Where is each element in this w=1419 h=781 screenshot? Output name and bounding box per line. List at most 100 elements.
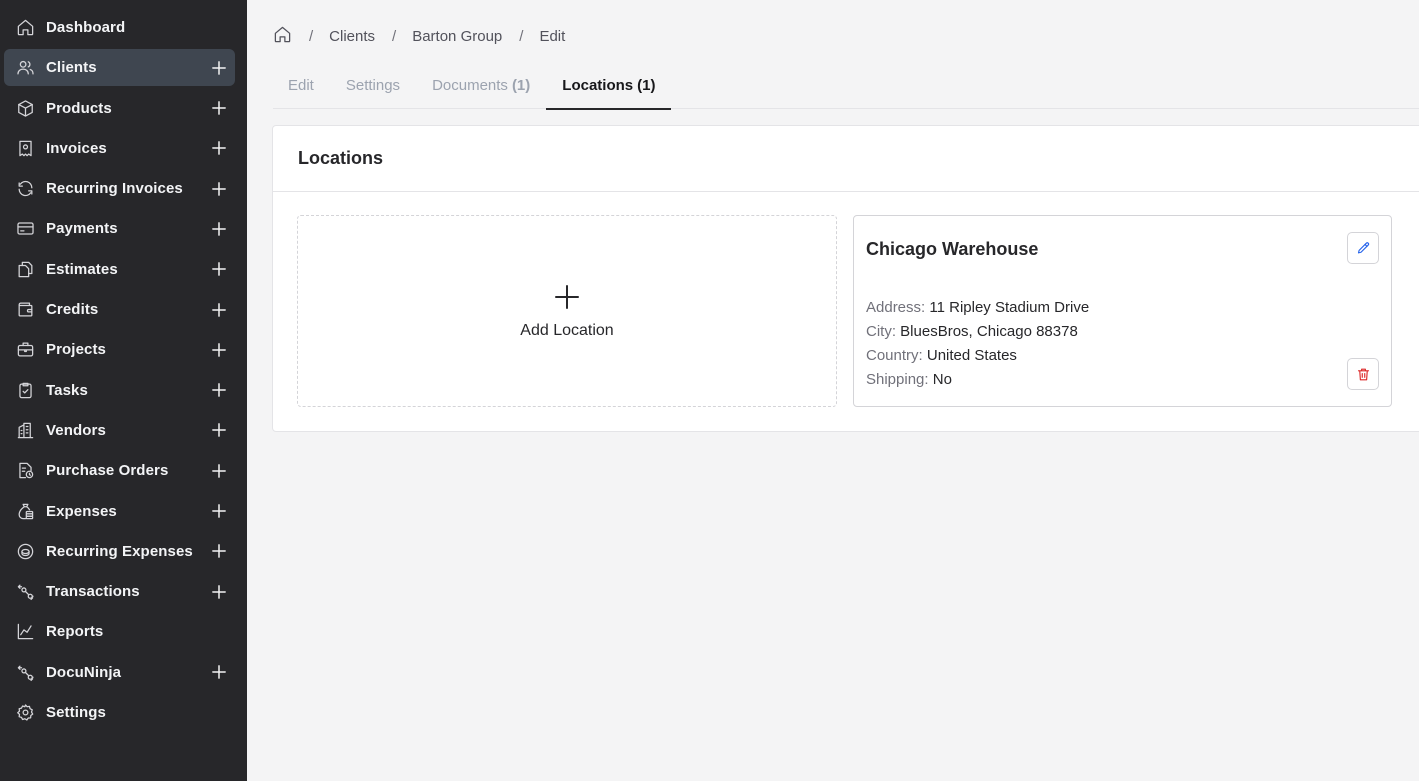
sidebar-item-credits[interactable]: Credits xyxy=(4,291,235,328)
sidebar-item-label: Transactions xyxy=(46,583,140,601)
tab-settings[interactable]: Settings xyxy=(329,64,415,109)
add-task-button[interactable] xyxy=(211,382,227,398)
edit-location-button[interactable] xyxy=(1347,232,1379,264)
sidebar-item-invoices[interactable]: Invoices xyxy=(4,130,235,167)
tab-bar: Edit Settings Documents (1) Locations (1… xyxy=(273,64,1419,110)
sidebar-item-label: Vendors xyxy=(46,421,106,439)
delete-location-button[interactable] xyxy=(1347,358,1379,390)
add-recurring-expense-button[interactable] xyxy=(211,543,227,559)
pencil-icon xyxy=(1356,241,1371,256)
tab-locations[interactable]: Locations (1) xyxy=(546,64,672,110)
tab-label: Locations xyxy=(562,77,634,94)
tab-label: Edit xyxy=(288,77,314,94)
sidebar-item-label: DocuNinja xyxy=(46,663,122,681)
add-estimate-button[interactable] xyxy=(211,261,227,277)
receipt-icon xyxy=(15,138,35,158)
line-chart-icon xyxy=(15,622,35,642)
breadcrumb: / Clients / Barton Group / Edit xyxy=(273,25,565,47)
sidebar-item-label: Invoices xyxy=(46,139,107,157)
sidebar-item-reports[interactable]: Reports xyxy=(4,613,235,650)
home-icon xyxy=(15,18,35,38)
add-expense-button[interactable] xyxy=(211,503,227,519)
sidebar-item-label: Dashboard xyxy=(46,19,126,36)
sidebar-item-label: Expenses xyxy=(46,502,117,520)
file-clock-icon xyxy=(15,461,35,481)
box-icon xyxy=(15,98,35,118)
sidebar-item-label: Reports xyxy=(46,623,104,641)
add-purchase-order-button[interactable] xyxy=(211,463,227,479)
coin-cycle-icon xyxy=(15,541,35,561)
tab-count: (1) xyxy=(637,77,656,94)
gear-icon xyxy=(15,703,35,723)
sidebar-item-recurring-invoices[interactable]: Recurring Invoices xyxy=(4,170,235,207)
sidebar-item-purchase-orders[interactable]: Purchase Orders xyxy=(4,452,235,489)
building-icon xyxy=(15,420,35,440)
field-label: Address: xyxy=(866,299,926,316)
breadcrumb-client-name[interactable]: Barton Group xyxy=(412,28,502,45)
sidebar-item-estimates[interactable]: Estimates xyxy=(4,251,235,288)
files-icon xyxy=(15,259,35,279)
users-icon xyxy=(15,58,35,78)
clipboard-check-icon xyxy=(15,380,35,400)
add-invoice-button[interactable] xyxy=(211,140,227,156)
add-credit-button[interactable] xyxy=(211,302,227,318)
sidebar-item-tasks[interactable]: Tasks xyxy=(4,372,235,409)
sidebar-item-label: Clients xyxy=(46,59,97,77)
tab-label: Documents xyxy=(432,77,508,94)
breadcrumb-edit[interactable]: Edit xyxy=(539,28,565,45)
breadcrumb-separator: / xyxy=(392,27,397,45)
sidebar-item-label: Estimates xyxy=(46,260,118,278)
add-location-button[interactable]: Add Location xyxy=(297,215,837,407)
breadcrumb-clients[interactable]: Clients xyxy=(329,28,375,45)
sidebar-item-dashboard[interactable]: Dashboard xyxy=(4,9,235,46)
tab-count: (1) xyxy=(511,77,531,94)
breadcrumb-separator: / xyxy=(309,27,314,45)
tab-documents[interactable]: Documents (1) xyxy=(415,64,545,109)
sidebar-item-label: Purchase Orders xyxy=(46,462,169,480)
add-transaction-button[interactable] xyxy=(211,584,227,600)
sidebar-item-label: Products xyxy=(46,99,112,117)
add-vendor-button[interactable] xyxy=(211,422,227,438)
tab-edit[interactable]: Edit xyxy=(273,64,329,109)
sidebar-item-settings[interactable]: Settings xyxy=(4,694,235,731)
add-product-button[interactable] xyxy=(211,100,227,116)
tab-label: Settings xyxy=(345,77,401,94)
sidebar-item-payments[interactable]: Payments xyxy=(4,210,235,247)
field-value: United States xyxy=(926,347,1017,364)
add-recurring-invoice-button[interactable] xyxy=(211,181,227,197)
sidebar-item-label: Settings xyxy=(46,704,106,722)
add-payment-button[interactable] xyxy=(211,221,227,237)
sidebar-item-docuninja[interactable]: DocuNinja xyxy=(4,654,235,691)
sidebar-item-products[interactable]: Products xyxy=(4,90,235,127)
add-location-label: Add Location xyxy=(520,321,614,339)
sidebar-item-expenses[interactable]: Expenses xyxy=(4,493,235,530)
field-value: 11 Ripley Stadium Drive xyxy=(929,299,1090,316)
wallet-icon xyxy=(15,300,35,320)
sidebar-item-label: Recurring Invoices xyxy=(46,180,183,198)
arrows-exchange-icon xyxy=(15,582,35,602)
add-docuninja-button[interactable] xyxy=(211,664,227,680)
sidebar-item-label: Credits xyxy=(46,301,99,319)
sidebar-item-label: Projects xyxy=(46,341,106,359)
location-address: Address: 11 Ripley Stadium Drive xyxy=(866,296,1379,320)
add-client-button[interactable] xyxy=(211,60,227,76)
location-details: Address: 11 Ripley Stadium Drive City: B… xyxy=(866,296,1379,392)
sidebar-item-label: Tasks xyxy=(46,381,88,399)
sidebar-item-label: Recurring Expenses xyxy=(46,542,193,560)
locations-card: Locations Add Location Chicago Warehouse… xyxy=(272,125,1419,432)
sidebar-item-label: Payments xyxy=(46,220,118,238)
sidebar-item-transactions[interactable]: Transactions xyxy=(4,573,235,610)
location-card: Chicago Warehouse Address: 11 Ripley Sta… xyxy=(853,215,1392,407)
sidebar-item-recurring-expenses[interactable]: Recurring Expenses xyxy=(4,533,235,570)
home-icon[interactable] xyxy=(273,25,292,48)
location-shipping: Shipping: No xyxy=(866,368,1379,392)
field-label: Shipping: xyxy=(866,371,929,388)
add-project-button[interactable] xyxy=(211,342,227,358)
sidebar-item-projects[interactable]: Projects xyxy=(4,331,235,368)
sidebar-item-clients[interactable]: Clients xyxy=(4,49,235,87)
arrows-exchange-icon xyxy=(15,662,35,682)
sidebar: Dashboard Clients Products Invoices Recu… xyxy=(0,0,247,781)
field-value: BluesBros, Chicago 88378 xyxy=(900,323,1078,340)
briefcase-icon xyxy=(15,340,35,360)
sidebar-item-vendors[interactable]: Vendors xyxy=(4,412,235,449)
